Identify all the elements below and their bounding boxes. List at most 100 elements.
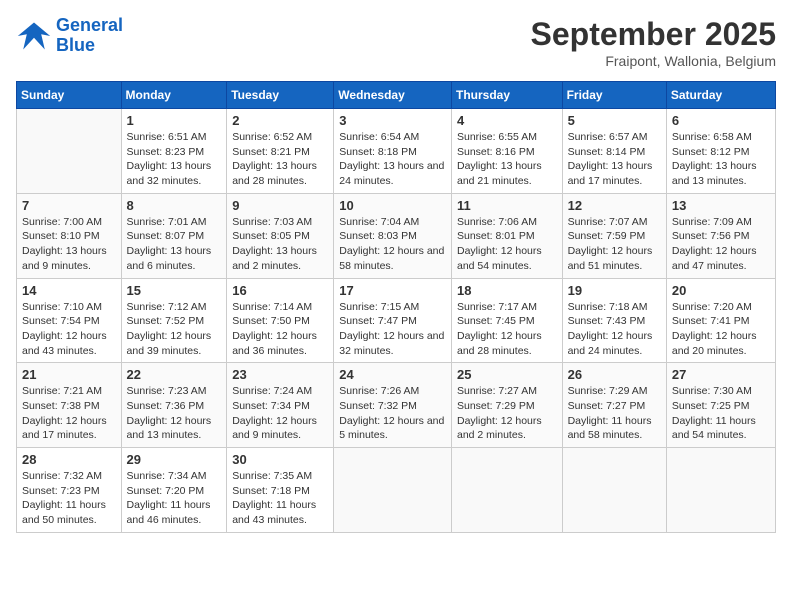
cell-info: Sunrise: 7:10 AMSunset: 7:54 PMDaylight:…	[22, 300, 116, 359]
calendar-cell: 12 Sunrise: 7:07 AMSunset: 7:59 PMDayligh…	[562, 193, 666, 278]
page-header: General Blue September 2025 Fraipont, Wa…	[16, 16, 776, 69]
cell-info: Sunrise: 6:58 AMSunset: 8:12 PMDaylight:…	[672, 130, 770, 189]
cell-info: Sunrise: 7:21 AMSunset: 7:38 PMDaylight:…	[22, 384, 116, 443]
calendar-table: SundayMondayTuesdayWednesdayThursdayFrid…	[16, 81, 776, 533]
weekday-header: Thursday	[451, 82, 562, 109]
calendar-cell: 24Sunrise: 7:26 AMSunset: 7:32 PMDayligh…	[334, 363, 452, 448]
calendar-cell: 22 Sunrise: 7:23 AMSunset: 7:36 PMDayligh…	[121, 363, 227, 448]
weekday-header: Saturday	[666, 82, 775, 109]
calendar-cell: 8 Sunrise: 7:01 AMSunset: 8:07 PMDaylight…	[121, 193, 227, 278]
calendar-cell: 5Sunrise: 6:57 AMSunset: 8:14 PMDaylight…	[562, 109, 666, 194]
calendar-cell: 9 Sunrise: 7:03 AMSunset: 8:05 PMDaylight…	[227, 193, 334, 278]
calendar-cell: 6 Sunrise: 6:58 AMSunset: 8:12 PMDaylight…	[666, 109, 775, 194]
cell-info: Sunrise: 7:35 AMSunset: 7:18 PMDaylight:…	[232, 469, 328, 528]
calendar-cell: 23 Sunrise: 7:24 AMSunset: 7:34 PMDayligh…	[227, 363, 334, 448]
day-number: 28	[22, 452, 116, 467]
calendar-week-row: 1 Sunrise: 6:51 AMSunset: 8:23 PMDaylight…	[17, 109, 776, 194]
calendar-cell: 25Sunrise: 7:27 AMSunset: 7:29 PMDayligh…	[451, 363, 562, 448]
calendar-cell: 4Sunrise: 6:55 AMSunset: 8:16 PMDaylight…	[451, 109, 562, 194]
day-number: 29	[127, 452, 222, 467]
calendar-cell: 14Sunrise: 7:10 AMSunset: 7:54 PMDayligh…	[17, 278, 122, 363]
calendar-week-row: 21 Sunrise: 7:21 AMSunset: 7:38 PMDayligh…	[17, 363, 776, 448]
cell-info: Sunrise: 7:14 AMSunset: 7:50 PMDaylight:…	[232, 300, 328, 359]
day-number: 8	[127, 198, 222, 213]
cell-info: Sunrise: 7:20 AMSunset: 7:41 PMDaylight:…	[672, 300, 770, 359]
day-number: 19	[568, 283, 661, 298]
day-number: 9	[232, 198, 328, 213]
calendar-week-row: 14Sunrise: 7:10 AMSunset: 7:54 PMDayligh…	[17, 278, 776, 363]
day-number: 26	[568, 367, 661, 382]
cell-info: Sunrise: 7:15 AMSunset: 7:47 PMDaylight:…	[339, 300, 446, 359]
calendar-cell: 27Sunrise: 7:30 AMSunset: 7:25 PMDayligh…	[666, 363, 775, 448]
day-number: 7	[22, 198, 116, 213]
calendar-cell: 28Sunrise: 7:32 AMSunset: 7:23 PMDayligh…	[17, 448, 122, 533]
cell-info: Sunrise: 7:26 AMSunset: 7:32 PMDaylight:…	[339, 384, 446, 443]
calendar-cell	[17, 109, 122, 194]
calendar-cell: 2 Sunrise: 6:52 AMSunset: 8:21 PMDaylight…	[227, 109, 334, 194]
weekday-header: Sunday	[17, 82, 122, 109]
calendar-week-row: 7 Sunrise: 7:00 AMSunset: 8:10 PMDaylight…	[17, 193, 776, 278]
calendar-cell: 18 Sunrise: 7:17 AMSunset: 7:45 PMDayligh…	[451, 278, 562, 363]
day-number: 5	[568, 113, 661, 128]
day-number: 22	[127, 367, 222, 382]
day-number: 6	[672, 113, 770, 128]
calendar-cell: 1 Sunrise: 6:51 AMSunset: 8:23 PMDaylight…	[121, 109, 227, 194]
cell-info: Sunrise: 6:55 AMSunset: 8:16 PMDaylight:…	[457, 130, 557, 189]
weekday-header: Tuesday	[227, 82, 334, 109]
calendar-cell: 26Sunrise: 7:29 AMSunset: 7:27 PMDayligh…	[562, 363, 666, 448]
calendar-cell: 10Sunrise: 7:04 AMSunset: 8:03 PMDayligh…	[334, 193, 452, 278]
calendar-cell: 15Sunrise: 7:12 AMSunset: 7:52 PMDayligh…	[121, 278, 227, 363]
logo: General Blue	[16, 16, 123, 56]
weekday-header: Monday	[121, 82, 227, 109]
calendar-cell: 29 Sunrise: 7:34 AMSunset: 7:20 PMDayligh…	[121, 448, 227, 533]
day-number: 21	[22, 367, 116, 382]
calendar-cell: 16 Sunrise: 7:14 AMSunset: 7:50 PMDayligh…	[227, 278, 334, 363]
cell-info: Sunrise: 7:34 AMSunset: 7:20 PMDaylight:…	[127, 469, 222, 528]
cell-info: Sunrise: 6:51 AMSunset: 8:23 PMDaylight:…	[127, 130, 222, 189]
day-number: 25	[457, 367, 557, 382]
day-number: 23	[232, 367, 328, 382]
day-number: 15	[127, 283, 222, 298]
day-number: 12	[568, 198, 661, 213]
calendar-cell	[562, 448, 666, 533]
cell-info: Sunrise: 7:01 AMSunset: 8:07 PMDaylight:…	[127, 215, 222, 274]
cell-info: Sunrise: 7:03 AMSunset: 8:05 PMDaylight:…	[232, 215, 328, 274]
calendar-cell: 19Sunrise: 7:18 AMSunset: 7:43 PMDayligh…	[562, 278, 666, 363]
day-number: 16	[232, 283, 328, 298]
cell-info: Sunrise: 7:24 AMSunset: 7:34 PMDaylight:…	[232, 384, 328, 443]
calendar-week-row: 28Sunrise: 7:32 AMSunset: 7:23 PMDayligh…	[17, 448, 776, 533]
day-number: 13	[672, 198, 770, 213]
day-number: 2	[232, 113, 328, 128]
cell-info: Sunrise: 7:23 AMSunset: 7:36 PMDaylight:…	[127, 384, 222, 443]
weekday-header: Wednesday	[334, 82, 452, 109]
day-number: 27	[672, 367, 770, 382]
day-number: 1	[127, 113, 222, 128]
logo-text: General Blue	[56, 16, 123, 56]
day-number: 20	[672, 283, 770, 298]
weekday-header-row: SundayMondayTuesdayWednesdayThursdayFrid…	[17, 82, 776, 109]
day-number: 18	[457, 283, 557, 298]
cell-info: Sunrise: 7:17 AMSunset: 7:45 PMDaylight:…	[457, 300, 557, 359]
day-number: 11	[457, 198, 557, 213]
cell-info: Sunrise: 7:00 AMSunset: 8:10 PMDaylight:…	[22, 215, 116, 274]
calendar-cell: 7 Sunrise: 7:00 AMSunset: 8:10 PMDaylight…	[17, 193, 122, 278]
month-title: September 2025	[531, 16, 776, 53]
cell-info: Sunrise: 7:07 AMSunset: 7:59 PMDaylight:…	[568, 215, 661, 274]
calendar-cell	[334, 448, 452, 533]
weekday-header: Friday	[562, 82, 666, 109]
cell-info: Sunrise: 6:52 AMSunset: 8:21 PMDaylight:…	[232, 130, 328, 189]
calendar-cell	[451, 448, 562, 533]
calendar-cell: 21 Sunrise: 7:21 AMSunset: 7:38 PMDayligh…	[17, 363, 122, 448]
day-number: 30	[232, 452, 328, 467]
calendar-cell	[666, 448, 775, 533]
calendar-cell: 11Sunrise: 7:06 AMSunset: 8:01 PMDayligh…	[451, 193, 562, 278]
calendar-cell: 3 Sunrise: 6:54 AMSunset: 8:18 PMDaylight…	[334, 109, 452, 194]
day-number: 17	[339, 283, 446, 298]
cell-info: Sunrise: 7:09 AMSunset: 7:56 PMDaylight:…	[672, 215, 770, 274]
day-number: 3	[339, 113, 446, 128]
title-block: September 2025 Fraipont, Wallonia, Belgi…	[531, 16, 776, 69]
calendar-cell: 30 Sunrise: 7:35 AMSunset: 7:18 PMDayligh…	[227, 448, 334, 533]
calendar-cell: 13 Sunrise: 7:09 AMSunset: 7:56 PMDayligh…	[666, 193, 775, 278]
logo-icon	[16, 18, 52, 54]
cell-info: Sunrise: 6:54 AMSunset: 8:18 PMDaylight:…	[339, 130, 446, 189]
